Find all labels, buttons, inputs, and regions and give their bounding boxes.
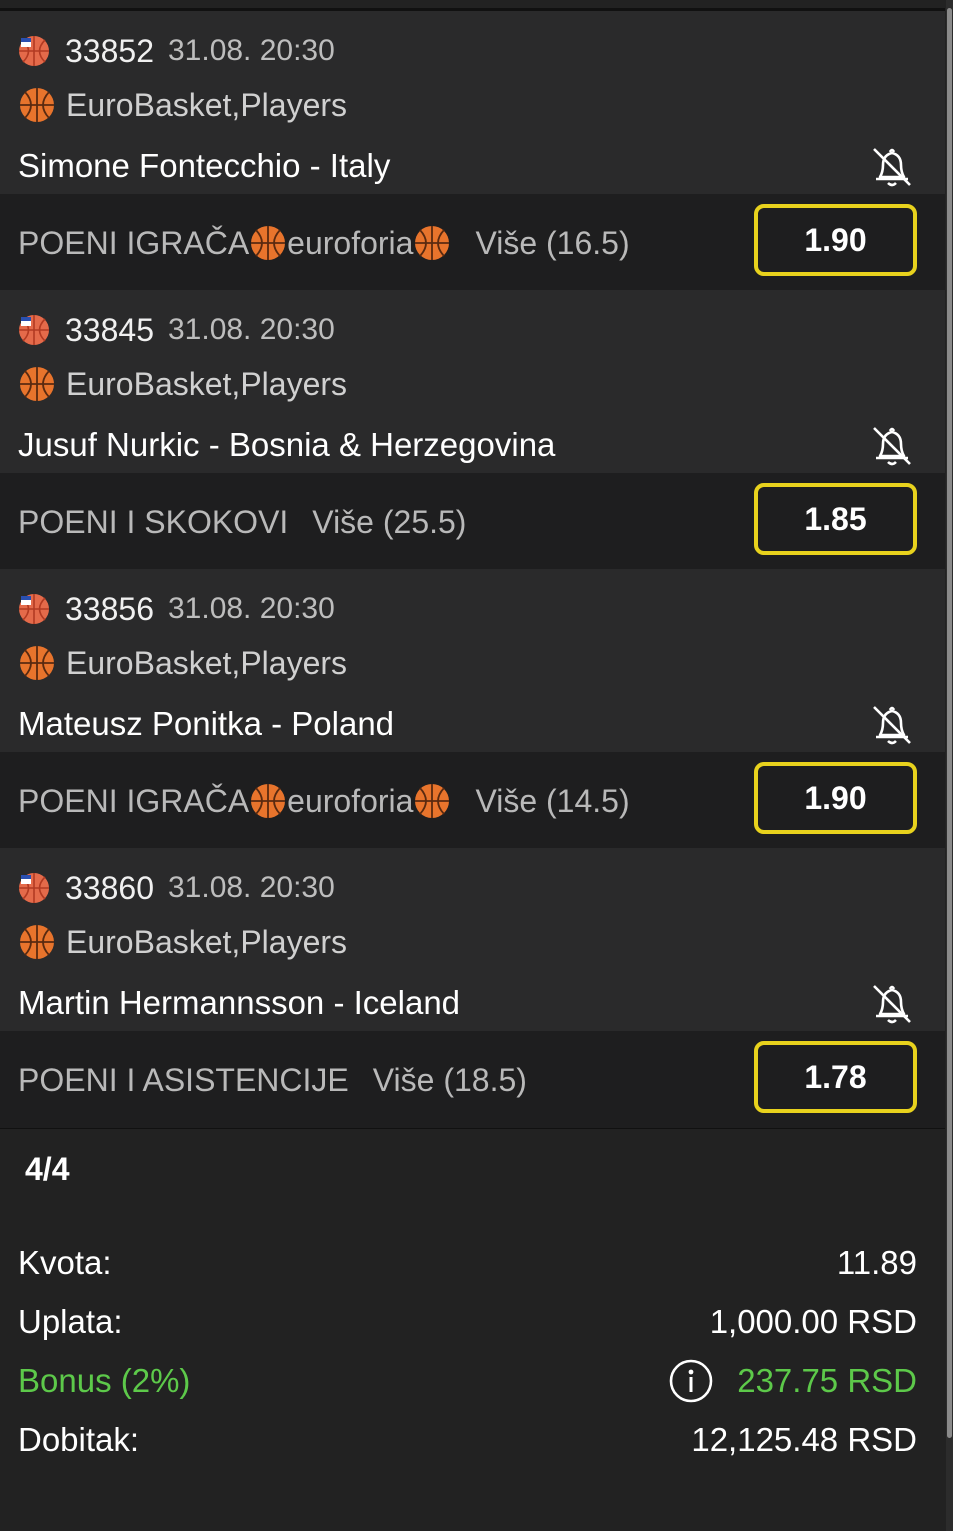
event-id: 33845 — [65, 311, 154, 348]
basketball-flag-icon — [19, 36, 49, 66]
league-row: EuroBasket,Players — [18, 643, 347, 683]
bet-item: 33860 31.08. 20:30 EuroBasket,Players Ma… — [0, 848, 945, 1130]
selection: Više (18.5) — [372, 1062, 527, 1098]
bet-item: 33856 31.08. 20:30 EuroBasket,Players Ma… — [0, 569, 945, 851]
basketball-icon — [20, 925, 54, 959]
market-description: POENI IGRAČA euroforia Više (16.5) — [18, 222, 630, 264]
bonus-label: Bonus (2%) — [18, 1362, 191, 1399]
event-id: 33856 — [65, 590, 154, 627]
basketball-flag-icon — [19, 873, 49, 903]
payout-row: Dobitak: 12,125.48 RSD — [18, 1418, 917, 1462]
league-name: EuroBasket,Players — [66, 365, 348, 402]
market-tag: euroforia — [287, 783, 414, 819]
league-row: EuroBasket,Players — [18, 85, 347, 125]
market-description: POENI IGRAČA euroforia Više (14.5) — [18, 780, 630, 822]
bet-market-row: POENI I ASISTENCIJE Više (18.5) 1.78 — [0, 1031, 945, 1128]
basketball-icon — [20, 646, 54, 680]
total-odds-label: Kvota: — [18, 1244, 112, 1281]
payout-value: 12,125.48 RSD — [691, 1421, 917, 1458]
stake-value: 1,000.00 RSD — [709, 1303, 917, 1340]
market-name: POENI IGRAČA — [18, 225, 250, 261]
basketball-flag-icon — [19, 315, 49, 345]
bet-market-row: POENI I SKOKOVI Više (25.5) 1.85 — [0, 473, 945, 570]
odd-button[interactable]: 1.90 — [754, 204, 917, 276]
odd-button[interactable]: 1.90 — [754, 762, 917, 834]
basketball-icon — [415, 226, 450, 260]
bonus-value: 237.75 RSD — [737, 1362, 917, 1399]
event-info-row: 33845 31.08. 20:30 — [18, 310, 335, 350]
market-name: POENI I SKOKOVI — [18, 504, 289, 540]
event-info-row: 33856 31.08. 20:30 — [18, 589, 335, 629]
total-odds-row: Kvota: 11.89 — [18, 1241, 917, 1285]
league-name: EuroBasket,Players — [66, 86, 348, 123]
market-tag: euroforia — [287, 225, 414, 261]
bell-off-icon[interactable] — [866, 141, 918, 193]
player-name: Mateusz Ponitka - Poland — [18, 705, 395, 742]
event-time: 31.08. 20:30 — [167, 34, 335, 67]
bet-item-header: 33860 31.08. 20:30 EuroBasket,Players Ma… — [0, 848, 945, 1031]
basketball-icon — [415, 784, 450, 818]
basketball-flag-icon — [19, 594, 49, 624]
total-odds-value: 11.89 — [836, 1244, 917, 1281]
player-name: Simone Fontecchio - Italy — [18, 147, 391, 184]
player-name: Martin Hermannsson - Iceland — [18, 984, 461, 1021]
event-time: 31.08. 20:30 — [167, 592, 335, 625]
market-description: POENI I SKOKOVI Više (25.5) — [18, 501, 466, 543]
selection: Više (14.5) — [475, 783, 630, 819]
league-row: EuroBasket,Players — [18, 364, 347, 404]
market-name: POENI I ASISTENCIJE — [18, 1062, 349, 1098]
bell-off-icon[interactable] — [866, 978, 918, 1030]
market-name: POENI IGRAČA — [18, 783, 250, 819]
bet-item: 33852 31.08. 20:30 EuroBasket,Players Si… — [0, 11, 945, 293]
bet-slip-page: 33852 31.08. 20:30 EuroBasket,Players Si… — [0, 0, 953, 1531]
bet-item-header: 33845 31.08. 20:30 EuroBasket,Players Ju… — [0, 290, 945, 473]
bet-market-row: POENI IGRAČA euroforia Više (16.5) 1.90 — [0, 194, 945, 291]
bell-off-icon[interactable] — [866, 420, 918, 472]
stake-label: Uplata: — [18, 1303, 123, 1340]
bet-item-header: 33856 31.08. 20:30 EuroBasket,Players Ma… — [0, 569, 945, 752]
payout-label: Dobitak: — [18, 1421, 140, 1458]
event-time: 31.08. 20:30 — [167, 313, 335, 346]
info-icon[interactable] — [669, 1359, 713, 1403]
odd-button[interactable]: 1.78 — [754, 1041, 917, 1113]
event-id: 33852 — [65, 32, 154, 69]
bell-off-icon[interactable] — [866, 699, 918, 751]
basketball-icon — [20, 88, 54, 122]
basketball-icon — [251, 784, 286, 818]
bet-item-header: 33852 31.08. 20:30 EuroBasket,Players Si… — [0, 11, 945, 194]
player-name: Jusuf Nurkic - Bosnia & Herzegovina — [18, 426, 556, 463]
scrollbar-thumb[interactable] — [947, 8, 952, 1438]
stake-row: Uplata: 1,000.00 RSD — [18, 1300, 917, 1344]
basketball-icon — [251, 226, 286, 260]
event-info-row: 33860 31.08. 20:30 — [18, 868, 335, 908]
selection-count: 4/4 — [25, 1151, 70, 1187]
bet-item: 33845 31.08. 20:30 EuroBasket,Players Ju… — [0, 290, 945, 572]
bet-market-row: POENI IGRAČA euroforia Više (14.5) 1.90 — [0, 752, 945, 849]
selection: Više (25.5) — [312, 504, 467, 540]
bonus-row: Bonus (2%) 237.75 RSD — [18, 1359, 917, 1403]
selection: Više (16.5) — [475, 225, 630, 261]
event-time: 31.08. 20:30 — [167, 871, 335, 904]
basketball-icon — [20, 367, 54, 401]
bet-summary: 4/4 Kvota: 11.89 Uplata: 1,000.00 RSD Bo… — [0, 1129, 945, 1531]
odd-button[interactable]: 1.85 — [754, 483, 917, 555]
league-name: EuroBasket,Players — [66, 923, 348, 960]
scrollbar[interactable] — [946, 0, 953, 1531]
league-row: EuroBasket,Players — [18, 922, 347, 962]
event-info-row: 33852 31.08. 20:30 — [18, 31, 335, 71]
event-id: 33860 — [65, 869, 154, 906]
league-name: EuroBasket,Players — [66, 644, 348, 681]
market-description: POENI I ASISTENCIJE Više (18.5) — [18, 1059, 527, 1101]
